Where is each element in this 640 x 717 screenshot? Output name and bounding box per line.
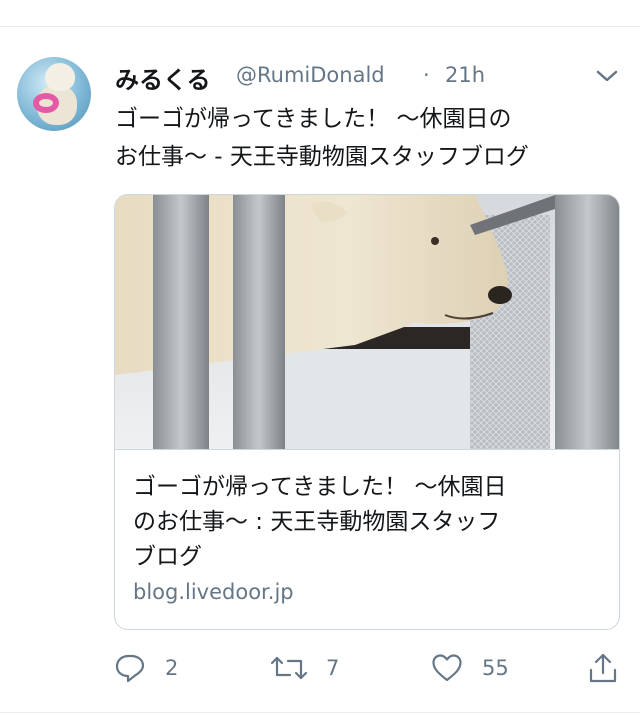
polar-bear-photo xyxy=(115,195,619,449)
like-count: 55 xyxy=(482,656,509,680)
card-image[interactable] xyxy=(115,195,619,449)
share-icon xyxy=(589,653,617,683)
card-domain: blog.livedoor.jp xyxy=(133,580,294,604)
tweet-timestamp[interactable]: 21h xyxy=(445,63,485,87)
avatar[interactable] xyxy=(17,57,91,131)
reply-button[interactable]: 2 xyxy=(113,650,178,686)
card-title[interactable]: ゴーゴが帰ってきました！ 〜休園日 のお仕事〜 : 天王寺動物園スタッフ ブログ xyxy=(133,470,593,575)
tweet-text: ゴーゴが帰ってきました！ 〜休園日の お仕事〜 - 天王寺動物園スタッフブログ xyxy=(115,106,529,170)
retweet-count: 7 xyxy=(326,656,340,680)
avatar-toy xyxy=(33,93,59,113)
top-divider xyxy=(0,26,640,27)
share-button[interactable] xyxy=(586,650,620,686)
chevron-down-icon[interactable] xyxy=(594,66,620,86)
avatar-bear-head xyxy=(45,63,75,91)
card-body[interactable]: ゴーゴが帰ってきました！ 〜休園日 のお仕事〜 : 天王寺動物園スタッフ ブログ… xyxy=(115,449,619,629)
heart-icon xyxy=(432,654,462,682)
reply-count: 2 xyxy=(165,656,179,680)
retweet-icon xyxy=(270,656,308,680)
bottom-divider xyxy=(0,712,640,713)
retweet-button[interactable]: 7 xyxy=(270,650,339,686)
author-name[interactable]: みるくる xyxy=(115,60,211,95)
like-button[interactable]: 55 xyxy=(430,650,509,686)
author-handle[interactable]: @RumiDonald xyxy=(236,63,385,87)
link-card[interactable]: ゴーゴが帰ってきました！ 〜休園日 のお仕事〜 : 天王寺動物園スタッフ ブログ… xyxy=(114,194,620,630)
reply-icon xyxy=(115,654,145,683)
separator-dot: · xyxy=(423,63,430,87)
